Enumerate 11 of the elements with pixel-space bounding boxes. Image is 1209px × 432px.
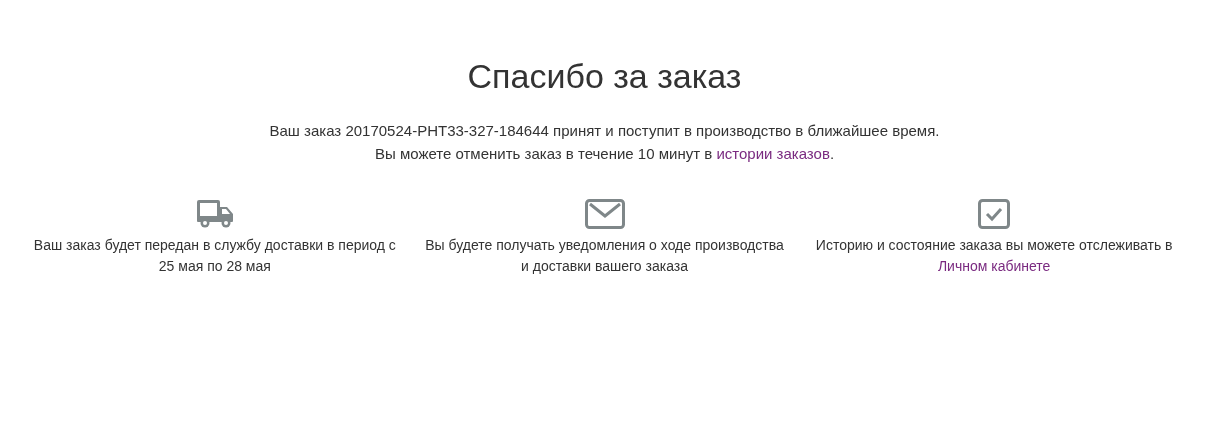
page-title: Спасибо за заказ xyxy=(466,56,743,97)
truck-icon xyxy=(194,198,235,229)
feature-text: Ваш заказ будет передан в службу доставки в период с 25 мая по 28 мая xyxy=(32,235,397,276)
account-link[interactable]: Личном кабинете xyxy=(937,257,1051,274)
checkbox-icon xyxy=(978,198,1011,229)
order-message: Вы можете отменить заказ в течение 10 минут в истории заказов. xyxy=(373,143,836,164)
feature-text: Историю и состояние заказа вы можете отслеживать в Личном кабинете xyxy=(814,235,1174,276)
order-message: Ваш заказ 20170524-PHT33-327-184644 принят и поступит в производство в ближайшее время. xyxy=(268,120,941,141)
envelope-icon xyxy=(584,198,625,229)
feature-text: Вы будете получать уведомления о ходе производства и доставки вашего заказа xyxy=(424,235,785,276)
order-history-link[interactable]: истории заказов xyxy=(716,144,830,162)
